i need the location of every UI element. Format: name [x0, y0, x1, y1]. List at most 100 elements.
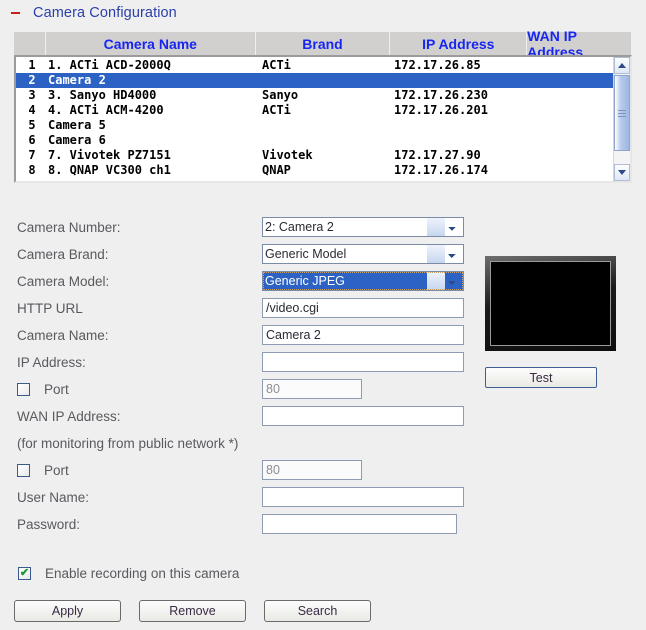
label-camera-model: Camera Model:: [17, 273, 110, 289]
cell-ip-address: 172.17.27.90: [394, 148, 481, 162]
camera-name-input[interactable]: [262, 325, 464, 345]
camera-number-select[interactable]: 2: Camera 2: [262, 217, 464, 237]
field-port-wan: ✔ Port: [17, 457, 469, 483]
field-user-name: User Name:: [17, 484, 469, 510]
table-row[interactable]: 4 4. ACTi ACM-4200 ACTi 172.17.26.201: [16, 103, 613, 118]
cell-brand: [262, 73, 394, 88]
cell-wan-ip-address: [544, 73, 613, 88]
password-input[interactable]: [262, 514, 457, 534]
port-lan-input[interactable]: [262, 379, 362, 399]
cell-ip-address: 172.17.26.85: [394, 58, 481, 72]
label-port-wan: Port: [44, 462, 69, 478]
scroll-down-icon[interactable]: [614, 164, 630, 181]
camera-model-select[interactable]: Generic JPEG: [262, 271, 464, 291]
wan-ip-address-input[interactable]: [262, 406, 464, 426]
http-url-input[interactable]: [262, 298, 464, 318]
field-camera-name: Camera Name:: [17, 322, 469, 348]
label-ip-address: IP Address:: [17, 354, 86, 370]
cell-wan-ip-address: [544, 58, 613, 73]
enable-recording-checkbox[interactable]: ✔: [18, 567, 31, 580]
enable-recording-row: ✔ Enable recording on this camera: [18, 566, 239, 581]
field-password: Password:: [17, 511, 469, 537]
grip-icon: [618, 108, 626, 119]
table-row[interactable]: 8 8. QNAP VC300 ch1 QNAP 172.17.26.174: [16, 163, 613, 178]
column-header-camera-name[interactable]: Camera Name: [46, 32, 256, 55]
cell-ip-address: [394, 118, 544, 133]
cell-camera-name: 1. ACTi ACD-2000Q: [48, 58, 171, 72]
camera-form: Camera Number: 2: Camera 2 Camera Brand:…: [17, 214, 469, 538]
scrollbar-thumb[interactable]: [614, 75, 630, 151]
field-camera-number: Camera Number: 2: Camera 2: [17, 214, 469, 240]
camera-brand-select[interactable]: Generic Model: [262, 244, 464, 264]
user-name-input[interactable]: [262, 487, 464, 507]
cell-brand: Sanyo: [262, 88, 299, 102]
ip-address-input[interactable]: [262, 352, 464, 372]
label-user-name: User Name:: [17, 489, 90, 505]
cell-brand: QNAP: [262, 163, 291, 177]
field-http-url: HTTP URL: [17, 295, 469, 321]
camera-list-header: Camera Name Brand IP Address WAN IP Addr…: [14, 28, 632, 60]
cell-camera-name: 8. QNAP VC300 ch1: [48, 163, 171, 177]
wan-note-row: (for monitoring from public network *): [17, 430, 469, 456]
column-header-brand[interactable]: Brand: [256, 32, 391, 55]
scroll-up-icon[interactable]: [614, 57, 630, 74]
minus-icon[interactable]: [9, 7, 22, 20]
cell-ip-address: 172.17.26.230: [394, 88, 488, 102]
wan-note: (for monitoring from public network *): [17, 435, 239, 451]
port-lan-checkbox[interactable]: ✔: [17, 382, 30, 396]
label-camera-name: Camera Name:: [17, 327, 109, 343]
apply-button[interactable]: Apply: [14, 600, 121, 622]
field-camera-brand: Camera Brand: Generic Model: [17, 241, 469, 267]
cell-wan-ip-address: [544, 88, 613, 103]
column-header-wan-ip-address[interactable]: WAN IP Address: [527, 28, 631, 60]
table-row[interactable]: 3 3. Sanyo HD4000 Sanyo 172.17.26.230: [16, 88, 613, 103]
cell-index: 7: [28, 148, 36, 162]
table-row[interactable]: 6 Camera 6: [16, 133, 613, 148]
cell-camera-name: 7. Vivotek PZ7151: [48, 148, 171, 162]
remove-button[interactable]: Remove: [139, 600, 246, 622]
port-wan-input[interactable]: [262, 460, 362, 480]
cell-index: 2: [28, 73, 36, 87]
cell-camera-name: 4. ACTi ACM-4200: [48, 103, 164, 117]
camera-list-body: 1 1. ACTi ACD-2000Q ACTi 172.17.26.85 2 Camer…: [14, 55, 632, 183]
cell-camera-name: Camera 6: [48, 133, 106, 147]
camera-list-rows: 1 1. ACTi ACD-2000Q ACTi 172.17.26.85 2 Camer…: [16, 57, 613, 181]
cell-index: 4: [28, 103, 36, 117]
camera-preview-frame: [485, 256, 616, 351]
label-http-url: HTTP URL: [17, 300, 83, 316]
cell-ip-address: [394, 133, 544, 148]
column-header-index[interactable]: [14, 32, 46, 55]
cell-brand: [262, 133, 394, 148]
camera-list-scrollbar[interactable]: [613, 57, 630, 181]
table-row[interactable]: 1 1. ACTi ACD-2000Q ACTi 172.17.26.85: [16, 58, 613, 73]
cell-index: 1: [28, 58, 36, 72]
check-icon: ✔: [19, 567, 30, 579]
cell-index: 6: [28, 133, 36, 147]
cell-brand: Vivotek: [262, 148, 313, 162]
cell-ip-address: 172.17.26.174: [394, 163, 488, 177]
table-row[interactable]: 5 Camera 5: [16, 118, 613, 133]
label-password: Password:: [17, 516, 81, 532]
column-header-ip-address[interactable]: IP Address: [390, 32, 528, 55]
cell-wan-ip-address: [544, 103, 613, 118]
field-camera-model: Camera Model: Generic JPEG: [17, 268, 469, 294]
cell-wan-ip-address: [544, 148, 613, 163]
cell-brand: ACTi: [262, 58, 291, 72]
search-button[interactable]: Search: [264, 600, 371, 622]
cell-ip-address: 172.17.26.201: [394, 103, 488, 117]
label-port-lan: Port: [44, 381, 69, 397]
cell-brand: [262, 118, 394, 133]
page-title: Camera Configuration: [33, 5, 177, 21]
action-buttons: Apply Remove Search: [14, 600, 371, 622]
table-row[interactable]: 7 7. Vivotek PZ7151 Vivotek 172.17.27.90: [16, 148, 613, 163]
port-wan-checkbox[interactable]: ✔: [17, 463, 30, 477]
table-row[interactable]: 2 Camera 2: [16, 73, 613, 88]
label-camera-brand: Camera Brand:: [17, 246, 109, 262]
cell-camera-name: Camera 5: [48, 118, 106, 132]
field-ip-address: IP Address:: [17, 349, 469, 375]
label-wan-ip-address: WAN IP Address:: [17, 408, 121, 424]
test-button[interactable]: Test: [485, 367, 597, 388]
field-port-lan: ✔ Port: [17, 376, 469, 402]
cell-ip-address: [394, 73, 544, 88]
cell-index: 8: [28, 163, 36, 177]
